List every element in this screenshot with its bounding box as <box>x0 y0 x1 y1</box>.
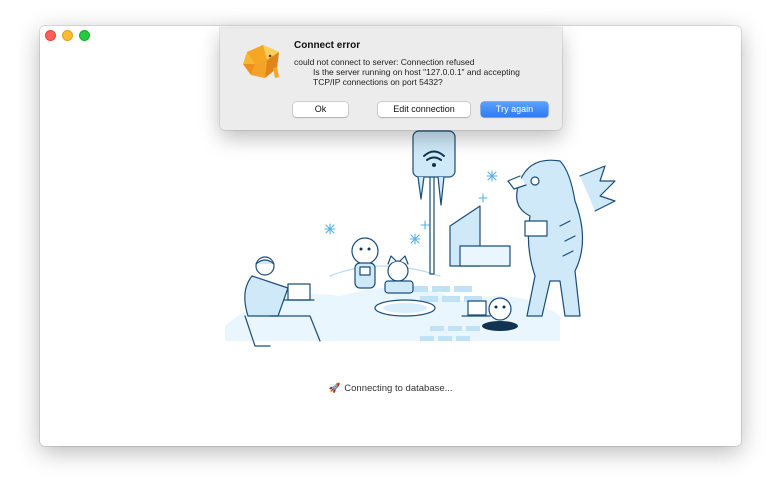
connect-error-dialog: Connect error could not connect to serve… <box>220 28 562 130</box>
dialog-message-line-2: Is the server running on host "127.0.0.1… <box>313 67 520 77</box>
elephant-logo-icon <box>243 45 279 78</box>
window-controls <box>45 30 90 41</box>
dialog-message-line-1: could not connect to server: Connection … <box>294 57 475 67</box>
rocket-icon: 🚀 <box>328 383 341 394</box>
ok-button[interactable]: Ok <box>293 102 348 117</box>
try-again-button[interactable]: Try again <box>481 102 548 117</box>
dialog-title: Connect error <box>294 40 361 51</box>
close-window-button[interactable] <box>45 30 56 41</box>
winter-illustration <box>225 130 616 347</box>
status-text: Connecting to database... <box>344 383 453 394</box>
connection-status: 🚀 Connecting to database... <box>40 383 741 394</box>
zoom-window-button[interactable] <box>79 30 90 41</box>
dialog-message: could not connect to server: Connection … <box>294 57 554 87</box>
dialog-message-line-3: TCP/IP connections on port 5432? <box>313 77 443 87</box>
minimize-window-button[interactable] <box>62 30 73 41</box>
edit-connection-button[interactable]: Edit connection <box>378 102 470 117</box>
